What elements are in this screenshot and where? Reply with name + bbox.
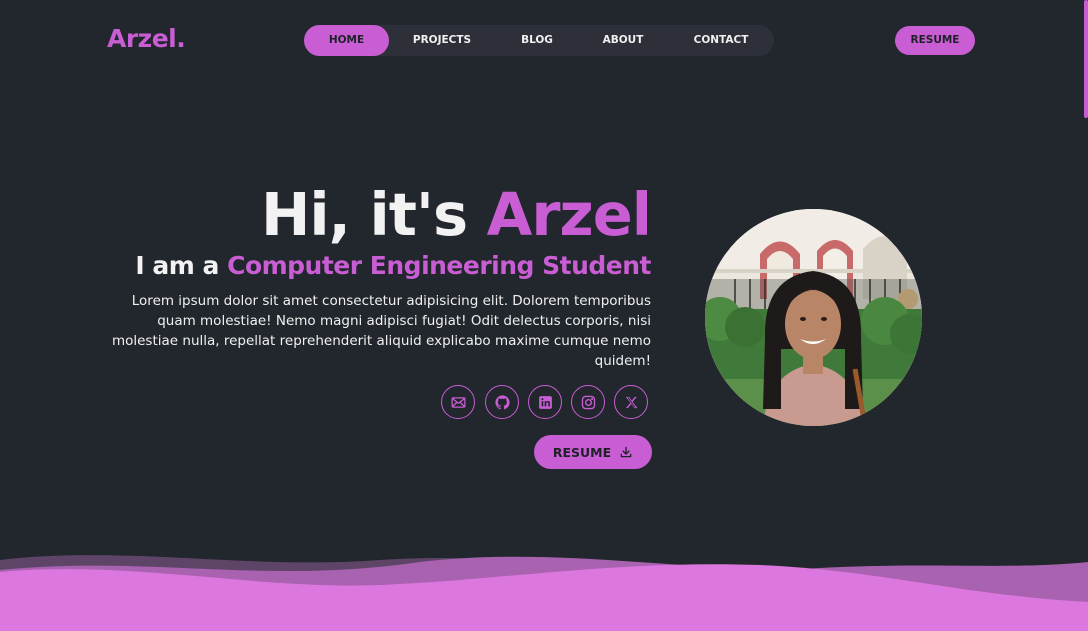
mail-link[interactable] <box>441 385 475 419</box>
decorative-waves <box>0 555 1088 631</box>
main-nav: HOME PROJECTS BLOG ABOUT CONTACT <box>304 25 774 56</box>
nav-home[interactable]: HOME <box>304 25 389 56</box>
hero-greeting: Hi, it's <box>260 180 487 249</box>
site-logo[interactable]: Arzel. <box>107 24 186 53</box>
linkedin-link[interactable] <box>528 385 562 419</box>
scrollbar-thumb[interactable] <box>1084 0 1088 118</box>
mail-icon <box>450 396 466 408</box>
hero-description: Lorem ipsum dolor sit amet consectetur a… <box>111 293 651 369</box>
hero-resume-label: RESUME <box>552 444 612 460</box>
profile-photo <box>705 209 922 426</box>
instagram-link[interactable] <box>571 385 605 419</box>
hero-name: Arzel <box>486 180 652 249</box>
nav-projects[interactable]: PROJECTS <box>400 25 484 56</box>
download-icon <box>620 446 632 458</box>
x-link[interactable] <box>614 385 648 419</box>
nav-blog[interactable]: BLOG <box>507 25 567 56</box>
instagram-icon <box>581 395 595 409</box>
hero-heading: Hi, it's Arzel <box>260 180 652 249</box>
header-resume-button[interactable]: RESUME <box>895 26 975 55</box>
nav-contact[interactable]: CONTACT <box>681 25 761 56</box>
hero-role: Computer Engineering Student <box>227 251 651 280</box>
linkedin-icon <box>538 395 552 409</box>
hero-sub-prefix: I am a <box>135 251 228 280</box>
x-icon <box>625 396 638 408</box>
profile-portrait-image <box>705 209 922 426</box>
github-link[interactable] <box>485 385 519 419</box>
page: Arzel. HOME PROJECTS BLOG ABOUT CONTACT … <box>0 0 1088 631</box>
nav-about[interactable]: ABOUT <box>589 25 657 56</box>
hero-subheading: I am a Computer Engineering Student <box>135 251 651 280</box>
github-icon <box>494 394 510 409</box>
hero-resume-button[interactable]: RESUME <box>534 435 652 469</box>
